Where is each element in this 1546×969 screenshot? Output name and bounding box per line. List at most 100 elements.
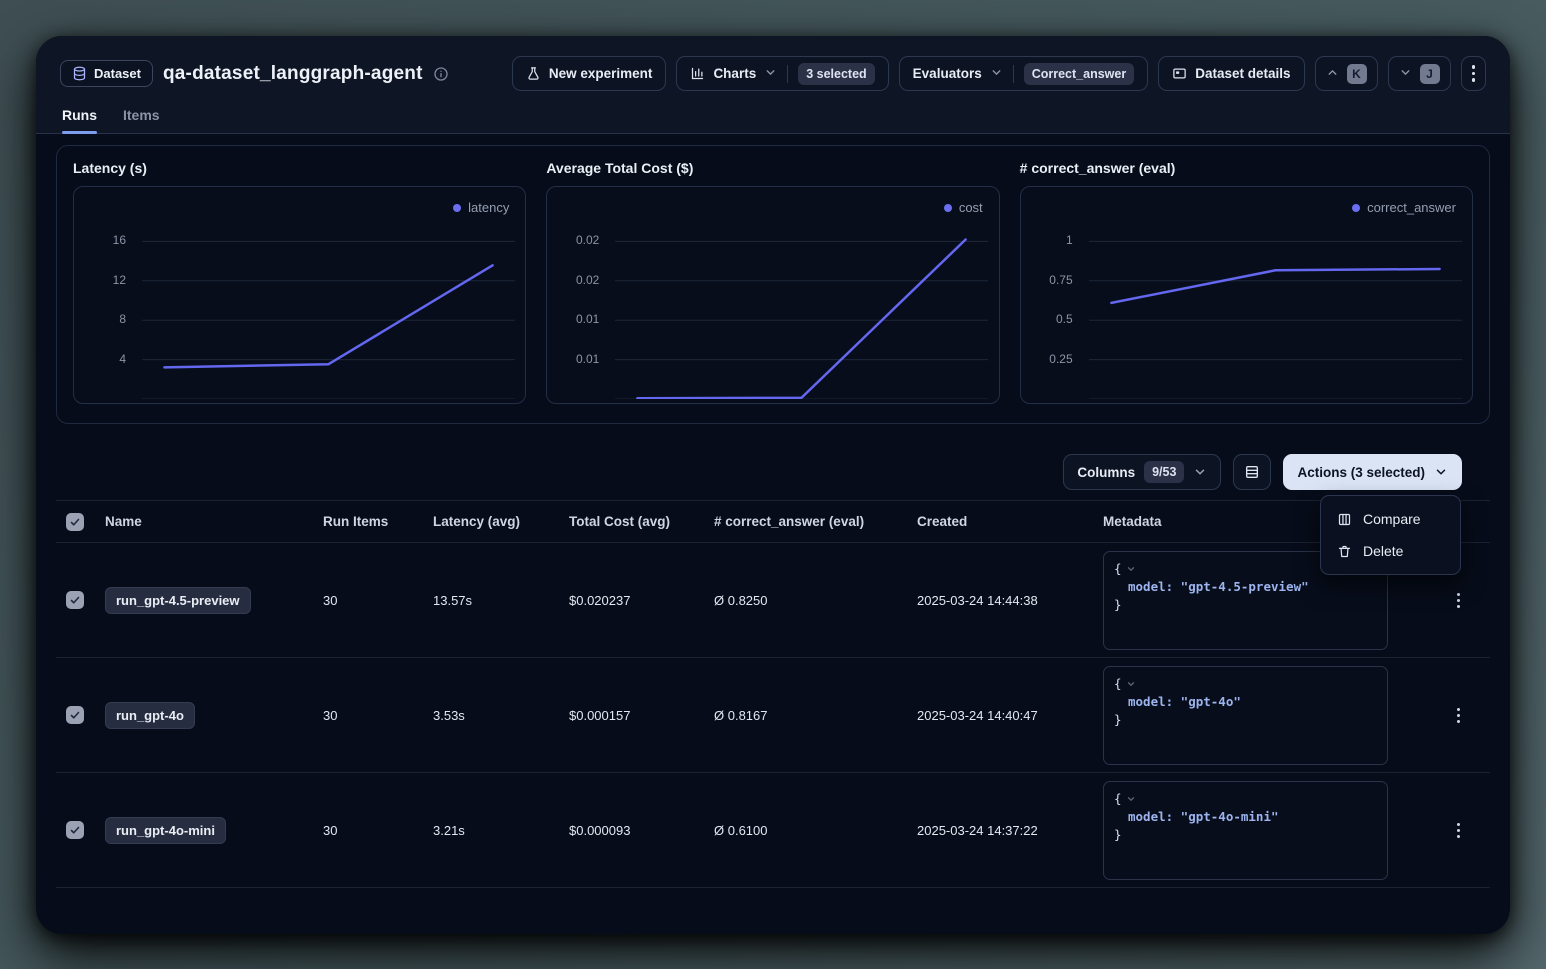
col-header-correct-answer: # correct_answer (eval): [714, 514, 917, 529]
run-name-badge[interactable]: run_gpt-4o: [105, 702, 195, 729]
metadata-close-brace: }: [1114, 711, 1377, 729]
run-name-badge[interactable]: run_gpt-4.5-preview: [105, 587, 251, 614]
metadata-json-box[interactable]: { model: "gpt-4o" }: [1103, 666, 1388, 765]
row-actions-button[interactable]: [1436, 593, 1480, 608]
chart-canvas: [1021, 202, 1472, 399]
menu-item-delete[interactable]: Delete: [1328, 535, 1453, 567]
check-icon: [69, 594, 81, 606]
app-window: Dataset qa-dataset_langgraph-agent New e…: [36, 36, 1510, 934]
tab-bar: Runs Items: [60, 107, 1486, 133]
latency-chart-plot: 161284: [74, 202, 525, 399]
table-row: run_gpt-4.5-preview 30 13.57s $0.020237 …: [56, 543, 1490, 658]
chart-legend: latency: [453, 200, 509, 215]
charts-dropdown-button[interactable]: Charts 3 selected: [676, 56, 888, 91]
select-all-checkbox[interactable]: [66, 513, 84, 531]
table-row: run_gpt-4o-mini 30 3.21s $0.000093 Ø 0.6…: [56, 773, 1490, 888]
dataset-details-label: Dataset details: [1195, 66, 1290, 81]
run-name-badge[interactable]: run_gpt-4o-mini: [105, 817, 226, 844]
table-row: run_gpt-4o 30 3.53s $0.000157 Ø 0.8167 2…: [56, 658, 1490, 773]
collapse-chevron-icon[interactable]: [1126, 794, 1136, 804]
tab-items-label: Items: [123, 107, 160, 123]
previous-item-button[interactable]: K: [1315, 56, 1378, 91]
columns-label: Columns: [1077, 465, 1135, 480]
chart-legend: cost: [944, 200, 983, 215]
actions-label: Actions (3 selected): [1297, 465, 1425, 480]
kebab-icon: [1457, 708, 1460, 723]
created-cell: 2025-03-24 14:44:38: [917, 593, 1103, 608]
correct-answer-cell: Ø 0.8167: [714, 708, 917, 723]
col-header-name: Name: [105, 514, 323, 529]
created-cell: 2025-03-24 14:40:47: [917, 708, 1103, 723]
axis-tick-label: 1: [1021, 233, 1073, 247]
metadata-line: model: "gpt-4.5-preview": [1114, 578, 1377, 596]
row-checkbox[interactable]: [66, 821, 84, 839]
col-header-latency: Latency (avg): [433, 514, 569, 529]
metadata-open-brace: {: [1114, 676, 1122, 691]
run-items-cell: 30: [323, 823, 433, 838]
kebab-icon: [1472, 65, 1476, 82]
actions-menu: Compare Delete: [1320, 495, 1461, 575]
dataset-type-badge: Dataset: [60, 60, 153, 87]
chevron-down-icon: [764, 66, 777, 82]
button-divider: [787, 65, 788, 83]
cost-chart-plot: 0.020.020.010.01: [547, 202, 998, 399]
more-options-button[interactable]: [1461, 56, 1487, 91]
axis-tick-label: 0.25: [1021, 352, 1073, 366]
trash-icon: [1337, 544, 1352, 559]
dataset-details-button[interactable]: Dataset details: [1158, 56, 1304, 91]
delete-label: Delete: [1363, 543, 1403, 559]
shortcut-key-j: J: [1420, 64, 1440, 84]
menu-item-compare[interactable]: Compare: [1328, 503, 1453, 535]
correct-answer-chart-plot: 10.750.50.25: [1021, 202, 1472, 399]
row-actions-button[interactable]: [1436, 823, 1480, 838]
chevron-down-icon: [990, 66, 1003, 82]
axis-tick-label: 0.02: [547, 233, 599, 247]
row-checkbox[interactable]: [66, 706, 84, 724]
row-height-button[interactable]: [1233, 454, 1271, 490]
check-icon: [69, 709, 81, 721]
tab-runs[interactable]: Runs: [62, 107, 97, 133]
correct-answer-chart-block: # correct_answer (eval) correct_answer 1…: [1020, 160, 1473, 404]
info-icon[interactable]: [433, 66, 449, 82]
chart-canvas: [547, 202, 998, 399]
evaluators-dropdown-button[interactable]: Evaluators Correct_answer: [899, 56, 1149, 91]
collapse-chevron-icon[interactable]: [1126, 564, 1136, 574]
total-cost-cell: $0.020237: [569, 593, 714, 608]
charts-panel: Latency (s) latency 161284 Average Total…: [56, 145, 1490, 424]
new-experiment-label: New experiment: [549, 66, 653, 81]
collapse-chevron-icon[interactable]: [1126, 679, 1136, 689]
total-cost-cell: $0.000093: [569, 823, 714, 838]
chart-title: Average Total Cost ($): [546, 160, 999, 176]
correct-answer-chart-card: correct_answer 10.750.50.25: [1020, 186, 1473, 404]
compare-label: Compare: [1363, 511, 1421, 527]
latency-cell: 13.57s: [433, 593, 569, 608]
chevron-down-icon: [1193, 465, 1207, 479]
next-item-button[interactable]: J: [1388, 56, 1451, 91]
legend-dot: [1352, 204, 1360, 212]
tab-runs-label: Runs: [62, 107, 97, 123]
legend-dot: [453, 204, 461, 212]
new-experiment-button[interactable]: New experiment: [512, 56, 667, 91]
row-checkbox[interactable]: [66, 591, 84, 609]
chart-title: # correct_answer (eval): [1020, 160, 1473, 176]
chevron-up-icon: [1326, 66, 1339, 82]
col-header-run-items: Run Items: [323, 514, 433, 529]
metadata-line: model: "gpt-4o-mini": [1114, 808, 1377, 826]
actions-dropdown-button[interactable]: Actions (3 selected): [1283, 454, 1462, 490]
axis-tick-label: 0.5: [1021, 312, 1073, 326]
app-header: Dataset qa-dataset_langgraph-agent New e…: [36, 36, 1510, 134]
metadata-open-brace: {: [1114, 561, 1122, 576]
legend-dot: [944, 204, 952, 212]
row-actions-button[interactable]: [1436, 708, 1480, 723]
columns-dropdown-button[interactable]: Columns 9/53: [1063, 454, 1221, 490]
col-header-total-cost: Total Cost (avg): [569, 514, 714, 529]
latency-cell: 3.21s: [433, 823, 569, 838]
chevron-down-icon: [1434, 465, 1448, 479]
latency-chart-block: Latency (s) latency 161284: [73, 160, 526, 404]
run-items-cell: 30: [323, 708, 433, 723]
tab-items[interactable]: Items: [123, 107, 160, 133]
rows-icon: [1244, 464, 1260, 480]
metadata-json-box[interactable]: { model: "gpt-4o-mini" }: [1103, 781, 1388, 880]
check-icon: [69, 516, 81, 528]
chart-legend: correct_answer: [1352, 200, 1456, 215]
